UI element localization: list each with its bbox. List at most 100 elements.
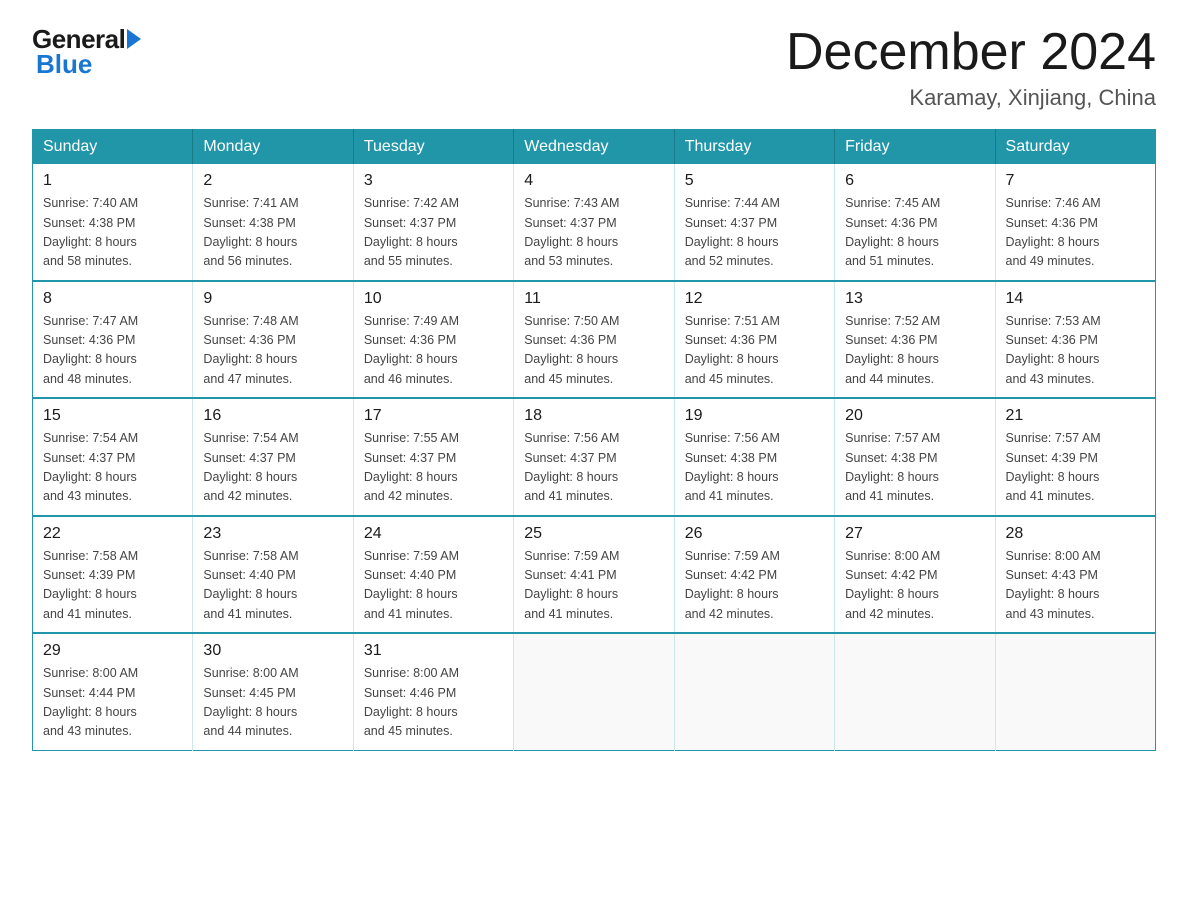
calendar-cell: 31 Sunrise: 8:00 AMSunset: 4:46 PMDayligh…: [353, 633, 513, 750]
calendar-week-row: 22 Sunrise: 7:58 AMSunset: 4:39 PMDayligh…: [33, 516, 1156, 634]
weekday-header-friday: Friday: [835, 130, 995, 165]
calendar-cell: 13 Sunrise: 7:52 AMSunset: 4:36 PMDayligh…: [835, 281, 995, 399]
day-info: Sunrise: 7:56 AMSunset: 4:38 PMDaylight:…: [685, 429, 824, 507]
calendar-cell: 21 Sunrise: 7:57 AMSunset: 4:39 PMDayligh…: [995, 398, 1155, 516]
day-info: Sunrise: 7:59 AMSunset: 4:40 PMDaylight:…: [364, 547, 503, 625]
calendar-week-row: 8 Sunrise: 7:47 AMSunset: 4:36 PMDaylight…: [33, 281, 1156, 399]
calendar-cell: 10 Sunrise: 7:49 AMSunset: 4:36 PMDayligh…: [353, 281, 513, 399]
page-header: General Blue December 2024 Karamay, Xinj…: [32, 24, 1156, 111]
day-number: 12: [685, 290, 824, 308]
calendar-header-row: SundayMondayTuesdayWednesdayThursdayFrid…: [33, 130, 1156, 165]
day-number: 8: [43, 290, 182, 308]
day-info: Sunrise: 7:47 AMSunset: 4:36 PMDaylight:…: [43, 312, 182, 390]
calendar-cell: 28Sunrise: 8:00 AMSunset: 4:43 PMDayligh…: [995, 516, 1155, 634]
day-number: 21: [1006, 407, 1145, 425]
calendar-cell: 19 Sunrise: 7:56 AMSunset: 4:38 PMDayligh…: [674, 398, 834, 516]
day-info: Sunrise: 7:41 AMSunset: 4:38 PMDaylight:…: [203, 194, 342, 272]
day-info: Sunrise: 8:00 AMSunset: 4:45 PMDaylight:…: [203, 664, 342, 742]
calendar-cell: 4Sunrise: 7:43 AMSunset: 4:37 PMDaylight…: [514, 164, 674, 281]
day-number: 22: [43, 525, 182, 543]
weekday-header-tuesday: Tuesday: [353, 130, 513, 165]
day-info: Sunrise: 7:58 AMSunset: 4:40 PMDaylight:…: [203, 547, 342, 625]
calendar-cell: 7Sunrise: 7:46 AMSunset: 4:36 PMDaylight…: [995, 164, 1155, 281]
day-number: 16: [203, 407, 342, 425]
day-number: 25: [524, 525, 663, 543]
calendar-week-row: 1 Sunrise: 7:40 AMSunset: 4:38 PMDaylight…: [33, 164, 1156, 281]
day-info: Sunrise: 8:00 AMSunset: 4:46 PMDaylight:…: [364, 664, 503, 742]
calendar-cell: 27 Sunrise: 8:00 AMSunset: 4:42 PMDayligh…: [835, 516, 995, 634]
day-number: 6: [845, 172, 984, 190]
day-number: 24: [364, 525, 503, 543]
day-info: Sunrise: 7:42 AMSunset: 4:37 PMDaylight:…: [364, 194, 503, 272]
month-title: December 2024: [786, 24, 1156, 81]
day-number: 18: [524, 407, 663, 425]
weekday-header-thursday: Thursday: [674, 130, 834, 165]
calendar-cell: 20 Sunrise: 7:57 AMSunset: 4:38 PMDayligh…: [835, 398, 995, 516]
day-number: 9: [203, 290, 342, 308]
day-number: 20: [845, 407, 984, 425]
day-number: 28: [1006, 525, 1145, 543]
weekday-header-wednesday: Wednesday: [514, 130, 674, 165]
day-number: 5: [685, 172, 824, 190]
logo-blue-text: Blue: [36, 49, 92, 80]
day-number: 27: [845, 525, 984, 543]
day-info: Sunrise: 7:50 AMSunset: 4:36 PMDaylight:…: [524, 312, 663, 390]
day-info: Sunrise: 7:48 AMSunset: 4:36 PMDaylight:…: [203, 312, 342, 390]
logo: General Blue: [32, 24, 141, 80]
day-info: Sunrise: 7:52 AMSunset: 4:36 PMDaylight:…: [845, 312, 984, 390]
day-number: 14: [1006, 290, 1145, 308]
day-number: 15: [43, 407, 182, 425]
weekday-header-monday: Monday: [193, 130, 353, 165]
calendar-cell: [995, 633, 1155, 750]
day-info: Sunrise: 7:54 AMSunset: 4:37 PMDaylight:…: [203, 429, 342, 507]
calendar-cell: 17 Sunrise: 7:55 AMSunset: 4:37 PMDayligh…: [353, 398, 513, 516]
day-number: 30: [203, 642, 342, 660]
day-info: Sunrise: 8:00 AMSunset: 4:44 PMDaylight:…: [43, 664, 182, 742]
day-number: 10: [364, 290, 503, 308]
location-text: Karamay, Xinjiang, China: [786, 85, 1156, 111]
calendar-week-row: 29 Sunrise: 8:00 AMSunset: 4:44 PMDayligh…: [33, 633, 1156, 750]
day-info: Sunrise: 7:56 AMSunset: 4:37 PMDaylight:…: [524, 429, 663, 507]
day-info: Sunrise: 8:00 AMSunset: 4:42 PMDaylight:…: [845, 547, 984, 625]
calendar-cell: 24 Sunrise: 7:59 AMSunset: 4:40 PMDayligh…: [353, 516, 513, 634]
calendar-cell: [835, 633, 995, 750]
day-number: 11: [524, 290, 663, 308]
calendar-cell: 12 Sunrise: 7:51 AMSunset: 4:36 PMDayligh…: [674, 281, 834, 399]
day-number: 13: [845, 290, 984, 308]
day-number: 31: [364, 642, 503, 660]
day-number: 2: [203, 172, 342, 190]
title-section: December 2024 Karamay, Xinjiang, China: [786, 24, 1156, 111]
day-info: Sunrise: 7:51 AMSunset: 4:36 PMDaylight:…: [685, 312, 824, 390]
calendar-cell: [674, 633, 834, 750]
calendar-cell: 9 Sunrise: 7:48 AMSunset: 4:36 PMDaylight…: [193, 281, 353, 399]
calendar-table: SundayMondayTuesdayWednesdayThursdayFrid…: [32, 129, 1156, 751]
day-number: 29: [43, 642, 182, 660]
calendar-cell: 25Sunrise: 7:59 AMSunset: 4:41 PMDayligh…: [514, 516, 674, 634]
day-info: Sunrise: 7:55 AMSunset: 4:37 PMDaylight:…: [364, 429, 503, 507]
calendar-cell: 18 Sunrise: 7:56 AMSunset: 4:37 PMDayligh…: [514, 398, 674, 516]
calendar-cell: 5Sunrise: 7:44 AMSunset: 4:37 PMDaylight…: [674, 164, 834, 281]
day-number: 19: [685, 407, 824, 425]
day-number: 23: [203, 525, 342, 543]
day-info: Sunrise: 7:58 AMSunset: 4:39 PMDaylight:…: [43, 547, 182, 625]
day-info: Sunrise: 7:57 AMSunset: 4:39 PMDaylight:…: [1006, 429, 1145, 507]
day-number: 1: [43, 172, 182, 190]
day-number: 26: [685, 525, 824, 543]
calendar-cell: 3 Sunrise: 7:42 AMSunset: 4:37 PMDaylight…: [353, 164, 513, 281]
weekday-header-saturday: Saturday: [995, 130, 1155, 165]
weekday-header-sunday: Sunday: [33, 130, 193, 165]
day-info: Sunrise: 7:59 AMSunset: 4:42 PMDaylight:…: [685, 547, 824, 625]
day-number: 4: [524, 172, 663, 190]
day-number: 17: [364, 407, 503, 425]
day-info: Sunrise: 7:57 AMSunset: 4:38 PMDaylight:…: [845, 429, 984, 507]
logo-triangle-icon: [127, 29, 141, 49]
day-number: 7: [1006, 172, 1145, 190]
day-number: 3: [364, 172, 503, 190]
day-info: Sunrise: 7:53 AMSunset: 4:36 PMDaylight:…: [1006, 312, 1145, 390]
calendar-cell: 23 Sunrise: 7:58 AMSunset: 4:40 PMDayligh…: [193, 516, 353, 634]
calendar-cell: 6Sunrise: 7:45 AMSunset: 4:36 PMDaylight…: [835, 164, 995, 281]
calendar-cell: 8 Sunrise: 7:47 AMSunset: 4:36 PMDaylight…: [33, 281, 193, 399]
day-info: Sunrise: 7:40 AMSunset: 4:38 PMDaylight:…: [43, 194, 182, 272]
day-info: Sunrise: 7:49 AMSunset: 4:36 PMDaylight:…: [364, 312, 503, 390]
calendar-week-row: 15 Sunrise: 7:54 AMSunset: 4:37 PMDayligh…: [33, 398, 1156, 516]
